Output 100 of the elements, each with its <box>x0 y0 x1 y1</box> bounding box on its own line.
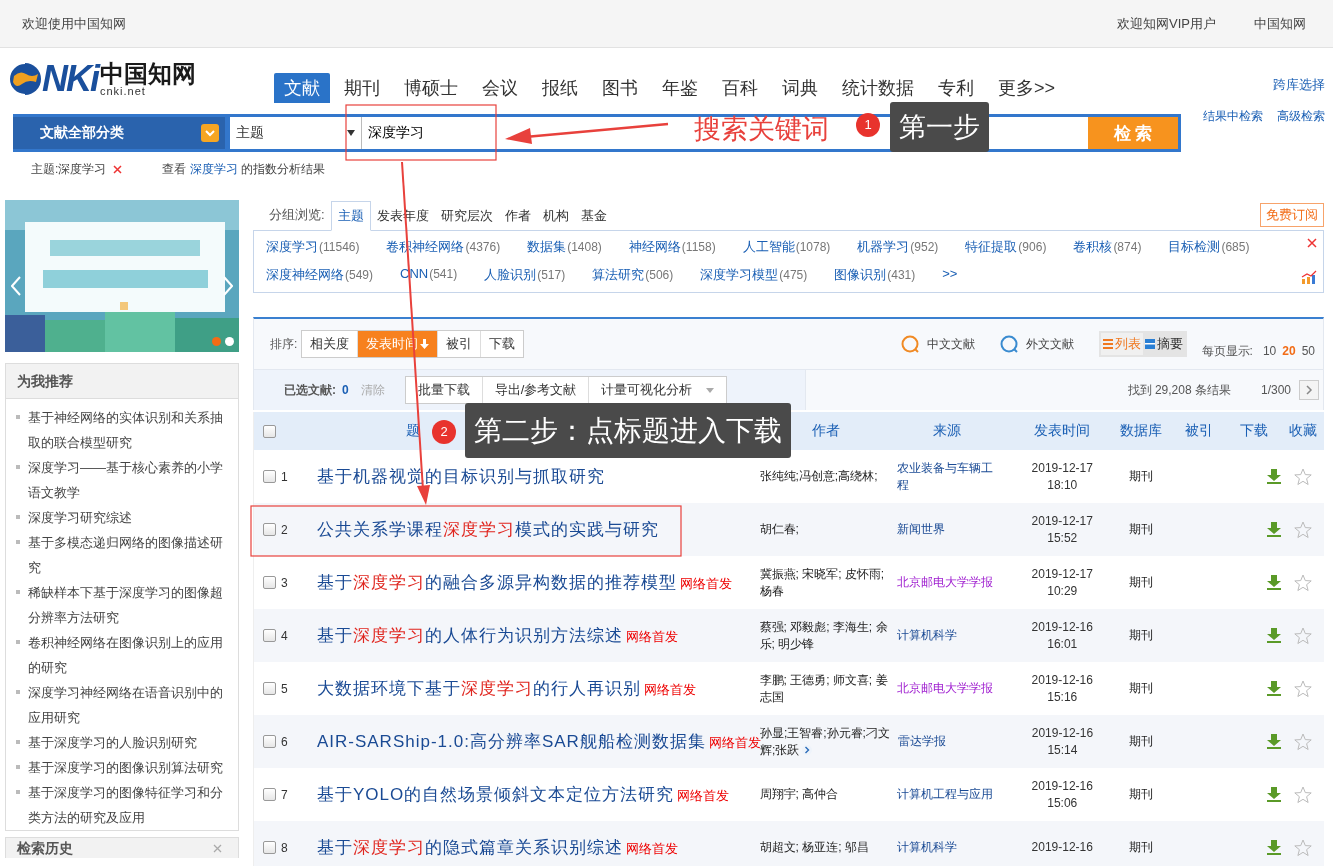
topic-link[interactable]: 深度学习(11546) <box>266 238 360 256</box>
checkbox[interactable] <box>263 629 276 642</box>
article-title-link[interactable]: 大数据环境下基于深度学习 的行人再识别 <box>316 677 641 700</box>
language-filter-link[interactable]: 外文文献 <box>999 335 1074 353</box>
column-header[interactable]: 下载 <box>1239 422 1268 440</box>
recommended-article-link[interactable]: 基于多模态递归网络的图像描述研究 <box>28 530 230 580</box>
column-header[interactable]: 被引 <box>1184 422 1213 440</box>
topic-link[interactable]: 深度神经网络(549) <box>266 266 373 284</box>
checkbox[interactable] <box>263 523 276 536</box>
topic-link[interactable]: 图像识别(431) <box>834 266 916 284</box>
column-header[interactable]: 来源 <box>933 422 962 438</box>
bullet-icon <box>16 515 20 519</box>
more-link[interactable]: >> <box>942 266 958 284</box>
recommended-article-link[interactable]: 基于深度学习的人脸识别研究 <box>28 730 197 755</box>
search-option-link[interactable]: 高级检索 <box>1277 108 1325 125</box>
article-title-link[interactable]: 基于YOLO的自然场景倾斜文本定位方法研究 <box>316 783 675 806</box>
column-header[interactable]: 收藏 <box>1288 422 1317 440</box>
close-icon <box>1307 238 1317 248</box>
group-tab[interactable]: 基金 <box>574 202 613 230</box>
nav-tab[interactable]: 图书 <box>592 73 648 103</box>
nav-tab[interactable]: 统计数据 <box>832 73 924 103</box>
column-header[interactable]: 作者 <box>811 422 840 438</box>
source-link[interactable]: 农业装备与车辆工程 <box>897 459 1006 494</box>
checkbox[interactable] <box>263 841 276 854</box>
recommended-article-link[interactable]: 基于神经网络的实体识别和关系抽取的联合模型研究 <box>28 405 230 455</box>
group-tab[interactable]: 作者 <box>498 202 537 230</box>
checkbox[interactable] <box>263 788 276 801</box>
page-size-link[interactable]: 50 <box>1301 344 1315 358</box>
topic-link[interactable]: 目标检测(685) <box>1168 238 1250 256</box>
nav-tab[interactable]: 专利 <box>928 73 984 103</box>
source-link[interactable]: 雷达学报 <box>897 733 1006 750</box>
recommended-article-link[interactable]: 深度学习研究综述 <box>28 505 132 530</box>
checkbox[interactable] <box>263 576 276 589</box>
database-text: 期刊 <box>1129 628 1154 642</box>
topic-link[interactable]: 特征提取(906) <box>965 238 1047 256</box>
nav-tab[interactable]: 词典 <box>772 73 828 103</box>
nav-tab[interactable]: 百科 <box>712 73 768 103</box>
view-toggle[interactable]: 摘要 <box>1142 333 1185 355</box>
topic-link[interactable]: 神经网络(1158) <box>628 238 716 256</box>
checkbox[interactable] <box>263 682 276 695</box>
source-link[interactable]: 计算机工程与应用 <box>897 786 1006 803</box>
topic-link[interactable]: 算法研究(506) <box>592 266 674 284</box>
cross-db-link[interactable]: 跨库选择 <box>1273 76 1325 94</box>
recommended-article-link[interactable]: 卷积神经网络在图像识别上的应用的研究 <box>28 630 230 680</box>
source-link[interactable]: 北京邮电大学学报 <box>897 574 1006 591</box>
star-icon <box>1293 520 1312 539</box>
chevron-left-icon <box>11 276 21 296</box>
nav-tab[interactable]: 更多>> <box>988 73 1066 103</box>
recommended-article-link[interactable]: 深度学习——基于核心素养的小学语文教学 <box>28 455 230 505</box>
step-callout: 第一步 <box>890 102 989 152</box>
source-link[interactable]: 计算机科学 <box>897 839 1006 856</box>
slide-dot[interactable] <box>225 337 234 346</box>
category-dropdown[interactable]: 文献全部分类 <box>13 117 225 149</box>
nav-tab[interactable]: 博硕士 <box>394 73 468 103</box>
top-link[interactable]: 欢迎知网VIP用户 <box>1117 14 1216 33</box>
slide-dot[interactable] <box>212 337 221 346</box>
article-title-link[interactable]: 基于深度学习 的人体行为识别方法综述 <box>316 624 623 647</box>
page-size-link[interactable]: 10 <box>1262 344 1277 358</box>
article-title-link[interactable]: 基于深度学习 的融合多源异构数据的推荐模型 <box>316 571 677 594</box>
topic-link[interactable]: 人脸识别(517) <box>484 266 566 284</box>
topic-link[interactable]: 深度学习模型(475) <box>700 266 808 284</box>
keyword-link[interactable]: 深度学习 <box>189 162 238 176</box>
column-header[interactable]: 发表时间 <box>1034 422 1091 440</box>
recommended-article-link[interactable]: 深度学习神经网络在语音识别中的应用研究 <box>28 680 230 730</box>
database-text: 期刊 <box>1129 469 1154 483</box>
group-tab[interactable]: 研究层次 <box>434 202 499 230</box>
search-option-link[interactable]: 结果中检索 <box>1203 108 1263 125</box>
article-title-link[interactable]: 公共关系学课程深度学习模式的实践与研究 <box>316 518 659 541</box>
field-dropdown[interactable]: 主题 <box>230 117 362 149</box>
topic-link[interactable]: 卷积核(874) <box>1073 238 1142 256</box>
article-title-link[interactable]: 基于深度学习 的隐式篇章关系识别综述 <box>316 836 623 859</box>
article-title-link[interactable]: AIR-SARShip-1.0:高分辨率SAR舰船检测数据集 <box>316 730 706 753</box>
nav-tab[interactable]: 年鉴 <box>652 73 708 103</box>
search-field[interactable]: 深度学习 <box>362 117 492 149</box>
nav-tab[interactable]: 报纸 <box>532 73 588 103</box>
recommended-article-link[interactable]: 稀缺样本下基于深度学习的图像超分辨率方法研究 <box>28 580 230 630</box>
recommended-article-link[interactable]: 基于深度学习的图像识别算法研究 <box>28 755 223 780</box>
checkbox[interactable] <box>263 470 276 483</box>
nav-tab[interactable]: 会议 <box>472 73 528 103</box>
column-header[interactable]: 数据库 <box>1120 422 1163 438</box>
source-link[interactable]: 新闻世界 <box>897 521 1006 538</box>
source-link[interactable]: 计算机科学 <box>897 627 1006 644</box>
column-header[interactable]: 题 <box>405 422 420 440</box>
index-analysis-text: 查看 深度学习 的指数分析结果 <box>162 161 326 177</box>
topic-link[interactable]: 数据集(1408) <box>527 238 602 256</box>
topic-link[interactable]: 机器学习(952) <box>857 238 939 256</box>
publish-date: 2019-12-17 <box>1031 565 1093 583</box>
bullet-icon <box>16 590 20 594</box>
checkbox[interactable] <box>263 735 276 748</box>
language-filter-link[interactable]: 中文文献 <box>900 335 975 353</box>
nav-tab[interactable]: 文献 <box>274 73 330 103</box>
topic-link[interactable]: 人工智能(1078) <box>742 238 831 256</box>
database-text: 期刊 <box>1129 522 1154 536</box>
checkbox[interactable] <box>263 424 276 438</box>
group-tab[interactable]: 主题 <box>330 201 371 231</box>
nav-tab[interactable]: 期刊 <box>334 73 390 103</box>
source-link[interactable]: 北京邮电大学学报 <box>897 680 1006 697</box>
group-tab[interactable]: 机构 <box>536 202 575 230</box>
top-link[interactable]: 中国知网 <box>1254 14 1306 33</box>
recommended-article-link[interactable]: 基于深度学习的图像特征学习和分类方法的研究及应用 <box>28 780 230 830</box>
